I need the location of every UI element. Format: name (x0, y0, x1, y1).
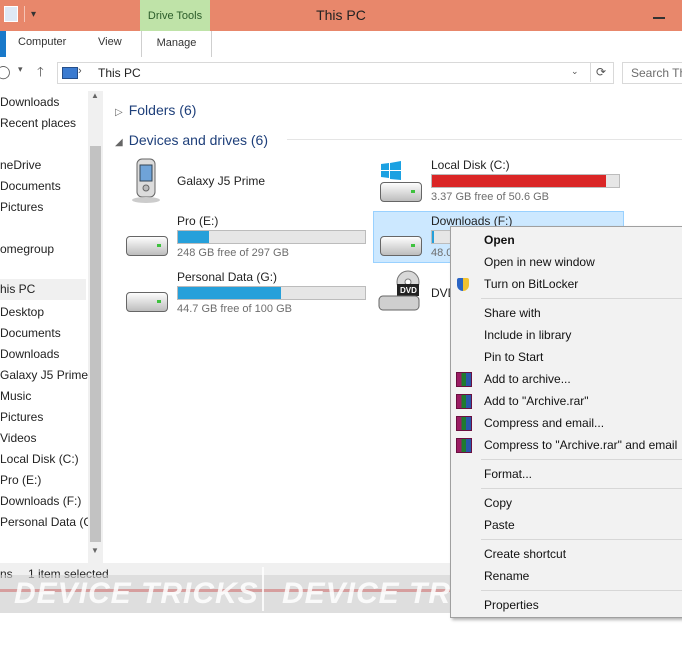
up-arrow-icon[interactable]: 🡑 (37, 63, 44, 85)
menu-item-pin-to-start[interactable]: Pin to Start (484, 350, 543, 364)
watermark-divider (262, 567, 264, 611)
window-title: This PC (316, 7, 366, 23)
menu-item-share-with[interactable]: Share with (484, 306, 541, 320)
nav-item-galaxy[interactable]: Galaxy J5 Prime (0, 368, 88, 382)
menu-item-bitlocker[interactable]: Turn on BitLocker (484, 277, 578, 291)
context-menu: Open Open in new window Turn on BitLocke… (450, 226, 682, 618)
hard-drive-icon (124, 232, 168, 258)
menu-separator (481, 488, 682, 489)
drive-f-usage-bar (431, 230, 451, 244)
menu-item-add-to-archive-rar[interactable]: Add to "Archive.rar" (484, 394, 589, 408)
drive-e-usage-bar (177, 230, 366, 244)
nav-item-downloads[interactable]: Downloads (0, 95, 59, 109)
navigation-scrollbar[interactable]: ▲ ▼ (88, 91, 103, 563)
tab-computer[interactable]: Computer (18, 36, 66, 48)
drive-c-name: Local Disk (C:) (431, 158, 510, 172)
tab-manage[interactable]: Manage (141, 31, 212, 57)
nav-item-personal-data-g[interactable]: Personal Data (G (0, 515, 93, 529)
drive-c-usage-fill (432, 175, 607, 187)
drive-galaxy-name: Galaxy J5 Prime (177, 174, 266, 188)
menu-item-compress-rar-email[interactable]: Compress to "Archive.rar" and email (484, 438, 677, 452)
menu-separator (481, 459, 682, 460)
nav-item-pc-pictures[interactable]: Pictures (0, 410, 43, 424)
dvd-icon-label: DVD (400, 286, 417, 295)
refresh-button[interactable]: ⟳ (590, 62, 611, 82)
menu-item-copy[interactable]: Copy (484, 496, 512, 510)
forward-icon[interactable]: ◯ (0, 64, 11, 80)
group-devices-label: Devices and drives (6) (128, 132, 268, 148)
menu-item-properties[interactable]: Properties (484, 598, 539, 612)
nav-item-onedrive[interactable]: neDrive (0, 158, 41, 172)
winrar-icon (456, 416, 472, 431)
menu-item-include-library[interactable]: Include in library (484, 328, 571, 342)
menu-separator (481, 539, 682, 540)
breadcrumb-this-pc[interactable]: This PC (98, 66, 141, 80)
group-folders-label: Folders (6) (128, 102, 197, 118)
hard-drive-icon (124, 288, 168, 314)
scroll-down-icon[interactable]: ▼ (91, 546, 99, 555)
dvd-drive-icon: DVD (376, 270, 424, 314)
group-divider (287, 139, 682, 140)
drive-c-usage-bar (431, 174, 620, 188)
drive-g-name: Personal Data (G:) (177, 270, 278, 284)
nav-item-music[interactable]: Music (0, 389, 31, 403)
hard-drive-icon (378, 178, 422, 204)
drive-e-usage-fill (178, 231, 209, 243)
menu-separator (481, 298, 682, 299)
scrollbar-thumb[interactable] (90, 146, 101, 542)
menu-item-paste[interactable]: Paste (484, 518, 515, 532)
menu-item-add-to-archive[interactable]: Add to archive... (484, 372, 571, 386)
breadcrumb-chevron-icon[interactable]: › (78, 65, 82, 77)
chevron-right-icon: ▷ (115, 107, 123, 118)
menu-item-open[interactable]: Open (484, 233, 515, 247)
menu-item-rename[interactable]: Rename (484, 569, 529, 583)
group-folders[interactable]: ▷ Folders (6) (115, 102, 196, 118)
chevron-down-icon: ◢ (115, 137, 123, 148)
nav-item-pro-e[interactable]: Pro (E:) (0, 473, 41, 487)
address-history-icon[interactable]: ⌄ (571, 66, 579, 77)
menu-item-compress-email[interactable]: Compress and email... (484, 416, 604, 430)
nav-item-documents[interactable]: Documents (0, 179, 61, 193)
drive-g-usage-fill (178, 287, 282, 299)
drive-e-name: Pro (E:) (177, 214, 219, 228)
menu-item-format[interactable]: Format... (484, 467, 532, 481)
drive-g-free: 44.7 GB free of 100 GB (177, 303, 292, 315)
menu-item-create-shortcut[interactable]: Create shortcut (484, 547, 566, 561)
nav-item-recent-places[interactable]: Recent places (0, 116, 76, 130)
file-tab[interactable] (0, 31, 6, 57)
drive-c-free: 3.37 GB free of 50.6 GB (431, 191, 550, 203)
nav-item-pictures[interactable]: Pictures (0, 200, 43, 214)
computer-icon (62, 67, 78, 79)
tab-view[interactable]: View (98, 36, 122, 48)
menu-separator (481, 590, 682, 591)
address-bar[interactable]: › This PC ⌄ (57, 62, 614, 84)
nav-item-this-pc[interactable]: his PC (0, 279, 86, 300)
recent-locations-icon[interactable]: ▾ (18, 64, 23, 75)
search-input[interactable]: Search Th (622, 62, 682, 84)
watermark-text: DEVICE TRICKS (14, 577, 259, 610)
winrar-icon (456, 372, 472, 387)
nav-item-desktop[interactable]: Desktop (0, 305, 44, 319)
drive-e-free: 248 GB free of 297 GB (177, 247, 289, 259)
nav-item-pc-downloads[interactable]: Downloads (0, 347, 59, 361)
winrar-icon (456, 394, 472, 409)
nav-item-videos[interactable]: Videos (0, 431, 36, 445)
drive-g-usage-bar (177, 286, 366, 300)
phone-icon (128, 156, 164, 204)
uac-shield-icon (457, 278, 469, 291)
winrar-icon (456, 438, 472, 453)
menu-item-open-new-window[interactable]: Open in new window (484, 255, 595, 269)
nav-item-local-disk-c[interactable]: Local Disk (C:) (0, 452, 79, 466)
drive-f-usage-fill (432, 231, 434, 243)
search-placeholder: Search Th (631, 66, 682, 80)
scroll-up-icon[interactable]: ▲ (91, 91, 99, 100)
nav-item-homegroup[interactable]: omegroup (0, 242, 54, 256)
nav-item-downloads-f[interactable]: Downloads (F:) (0, 494, 81, 508)
group-devices[interactable]: ◢ Devices and drives (6) (115, 132, 268, 148)
hard-drive-icon (378, 232, 422, 258)
minimize-button[interactable] (652, 8, 666, 22)
nav-item-pc-documents[interactable]: Documents (0, 326, 61, 340)
